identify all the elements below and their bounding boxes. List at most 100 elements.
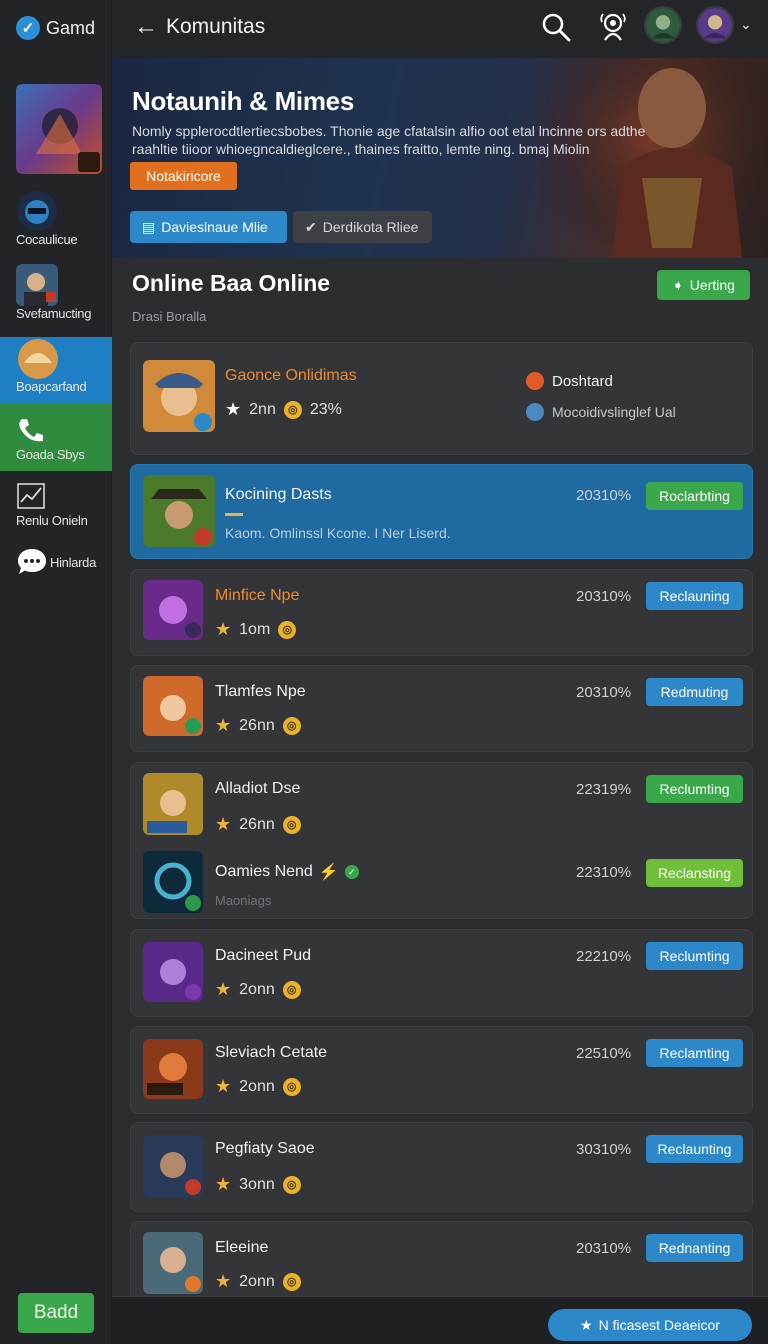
game-percent: 20310% (576, 1240, 632, 1257)
tag-icon: ➧ (672, 276, 684, 293)
phone-icon (19, 419, 43, 442)
primary-action-button[interactable]: ▤ Davieslnaue Mlie (130, 211, 287, 243)
hero-description: Nomly spplerocdtlertiecsbobes. Thonie ag… (132, 123, 646, 157)
footer-action-button[interactable]: ★ N ficasest Deaeicor (548, 1309, 752, 1341)
star-icon: ★ (225, 399, 242, 419)
game-name: Kocining Dasts (225, 486, 332, 503)
game-action-button[interactable]: Roclarbting (646, 482, 743, 510)
game-rating: 26nn (239, 716, 275, 734)
top-bar: ← Komunitas ⌄ (112, 0, 768, 58)
game-percent: 20310% (576, 487, 632, 504)
sidebar-item-label: Renlu Onieln (16, 513, 88, 528)
game-thumbnail-icon (143, 1232, 203, 1294)
helmet-icon (17, 191, 57, 231)
game-name: Minfice Npe (215, 587, 300, 604)
game-action-button[interactable]: Rednanting (646, 1234, 743, 1262)
sidebar-item-label: Goada Sbys (16, 447, 85, 462)
game-meta: ★ 2nn ◎ 23% (225, 399, 342, 420)
brand[interactable]: ✓ Gamd (16, 16, 95, 40)
hero-title: Notaunih & Mimes (132, 86, 354, 116)
check-icon: ✔ (305, 218, 317, 235)
game-name: Pegfiaty Saoe (215, 1140, 315, 1157)
dashboard-icon (526, 372, 544, 390)
chevron-down-icon[interactable]: ⌄ (740, 16, 752, 33)
back-arrow-icon[interactable]: ← (134, 14, 160, 40)
game-name: Oamies Nend (215, 863, 313, 880)
game-percent: 22210% (576, 948, 632, 965)
game-action-button[interactable]: Reclumting (646, 942, 743, 970)
list-item[interactable]: Sleviach Cetate ★ 2onn ◎ 22510% Reclamti… (130, 1026, 753, 1114)
game-rating: 2onn (239, 1272, 275, 1290)
sidebar-item-label: Svefamucting (16, 306, 92, 321)
game-action-button[interactable]: Reclauning (646, 582, 743, 610)
verified-icon: ✓ (344, 865, 359, 879)
footer-action-label: N ficasest Deaeicor (598, 1317, 720, 1333)
game-thumbnail-icon (143, 580, 203, 640)
list-item[interactable]: Kocining Dasts Kaom. Omlinssl Kcone. I N… (130, 464, 753, 559)
progress-mark (225, 513, 243, 516)
secondary-action-label: Derdikota Rliee (322, 219, 419, 235)
game-percent: 20310% (576, 588, 632, 605)
chart-icon (17, 483, 45, 509)
game-name: Eleeine (215, 1239, 269, 1256)
sidebar-item-renlu-onieln[interactable]: Renlu Onieln (16, 482, 128, 528)
game-action-button[interactable]: Reclumting (646, 775, 743, 803)
game-action-button[interactable]: Reclansting (646, 859, 743, 887)
star-icon: ★ (215, 979, 232, 999)
game-percent: 22510% (576, 1045, 632, 1062)
sidebar: ✓ Gamd Cocaulicue Svefamucting Boapcarfa… (0, 0, 112, 1344)
featured-card[interactable]: Gaonce Onlidimas ★ 2nn ◎ 23% Doshtard Mo… (130, 342, 753, 455)
game-title-row[interactable]: Oamies Nend ⚡ ✓ (215, 862, 359, 882)
community-icon[interactable] (596, 10, 630, 44)
sidebar-item-svefamucting[interactable]: Svefamucting (16, 264, 128, 321)
coin-icon: ◎ (282, 1272, 301, 1291)
coin-icon: ◎ (282, 815, 301, 834)
info-link[interactable]: Mocoidivslinglef Ual (526, 403, 676, 421)
game-subtitle: Maoniags (215, 893, 272, 908)
section-action-label: Uerting (689, 277, 735, 293)
list-item[interactable]: Tlamfes Npe ★ 26nn ◎ 20310% Redmuting (130, 665, 753, 752)
secondary-action-button[interactable]: ✔ Derdikota Rliee (293, 211, 432, 243)
game-thumbnail-icon (143, 676, 203, 736)
game-rating: 2onn (239, 1077, 275, 1095)
info-icon (526, 403, 544, 421)
add-button[interactable]: Badd (18, 1293, 94, 1333)
sidebar-item-goada-sbys[interactable]: Goada Sbys (0, 404, 112, 471)
game-thumbnail-icon (143, 773, 203, 835)
game-thumbnail-icon (143, 475, 215, 547)
game-name[interactable]: Alladiot Dse (215, 780, 300, 798)
game-percent: 20310% (576, 684, 632, 701)
game-thumbnail-icon (143, 360, 215, 432)
list-item[interactable]: Pegfiaty Saoe ★ 3onn ◎ 30310% Reclauntin… (130, 1122, 753, 1212)
coin-icon: ◎ (282, 1077, 301, 1096)
list-item[interactable]: Eleeine ★ 2onn ◎ 20310% Rednanting (130, 1221, 753, 1301)
game-percent: 22319% (576, 781, 632, 798)
list-item[interactable]: Minfice Npe ★ 1om ◎ 20310% Reclauning (130, 569, 753, 656)
game-rating: 3onn (239, 1175, 275, 1193)
user-avatar[interactable] (696, 6, 734, 44)
sidebar-item-hinlarda[interactable]: Hinlarda (16, 546, 128, 578)
section-action-button[interactable]: ➧ Uerting (657, 270, 750, 300)
hero-tag[interactable]: Notakiricore (130, 162, 237, 190)
star-icon: ★ (215, 1271, 232, 1291)
hero-banner: Notaunih & Mimes Nomly spplerocdtlertiec… (112, 58, 768, 258)
dashboard-link[interactable]: Doshtard (526, 372, 613, 390)
sidebar-item-boapcarfand[interactable]: Boapcarfand (0, 337, 112, 404)
game-name: Tlamfes Npe (215, 683, 306, 700)
star-icon: ★ (215, 715, 232, 735)
list-icon: ▤ (142, 218, 156, 235)
flame-icon: ⚡ (318, 864, 339, 881)
search-icon[interactable] (539, 10, 573, 44)
game-action-button[interactable]: Reclaunting (646, 1135, 743, 1163)
sidebar-item-featured[interactable] (16, 84, 102, 174)
game-action-button[interactable]: Redmuting (646, 678, 743, 706)
game-thumbnail-icon (143, 942, 203, 1002)
game-action-button[interactable]: Reclamting (646, 1039, 743, 1067)
star-icon: ★ (215, 1076, 232, 1096)
game-meta: ★ 1om ◎ (215, 619, 297, 640)
sidebar-item-label: Boapcarfand (16, 379, 87, 394)
dashboard-label: Doshtard (552, 372, 613, 390)
list-item[interactable]: Dacineet Pud ★ 2onn ◎ 22210% Reclumting (130, 929, 753, 1017)
sidebar-item-label: Hinlarda (50, 554, 97, 570)
avatar[interactable] (644, 6, 682, 44)
